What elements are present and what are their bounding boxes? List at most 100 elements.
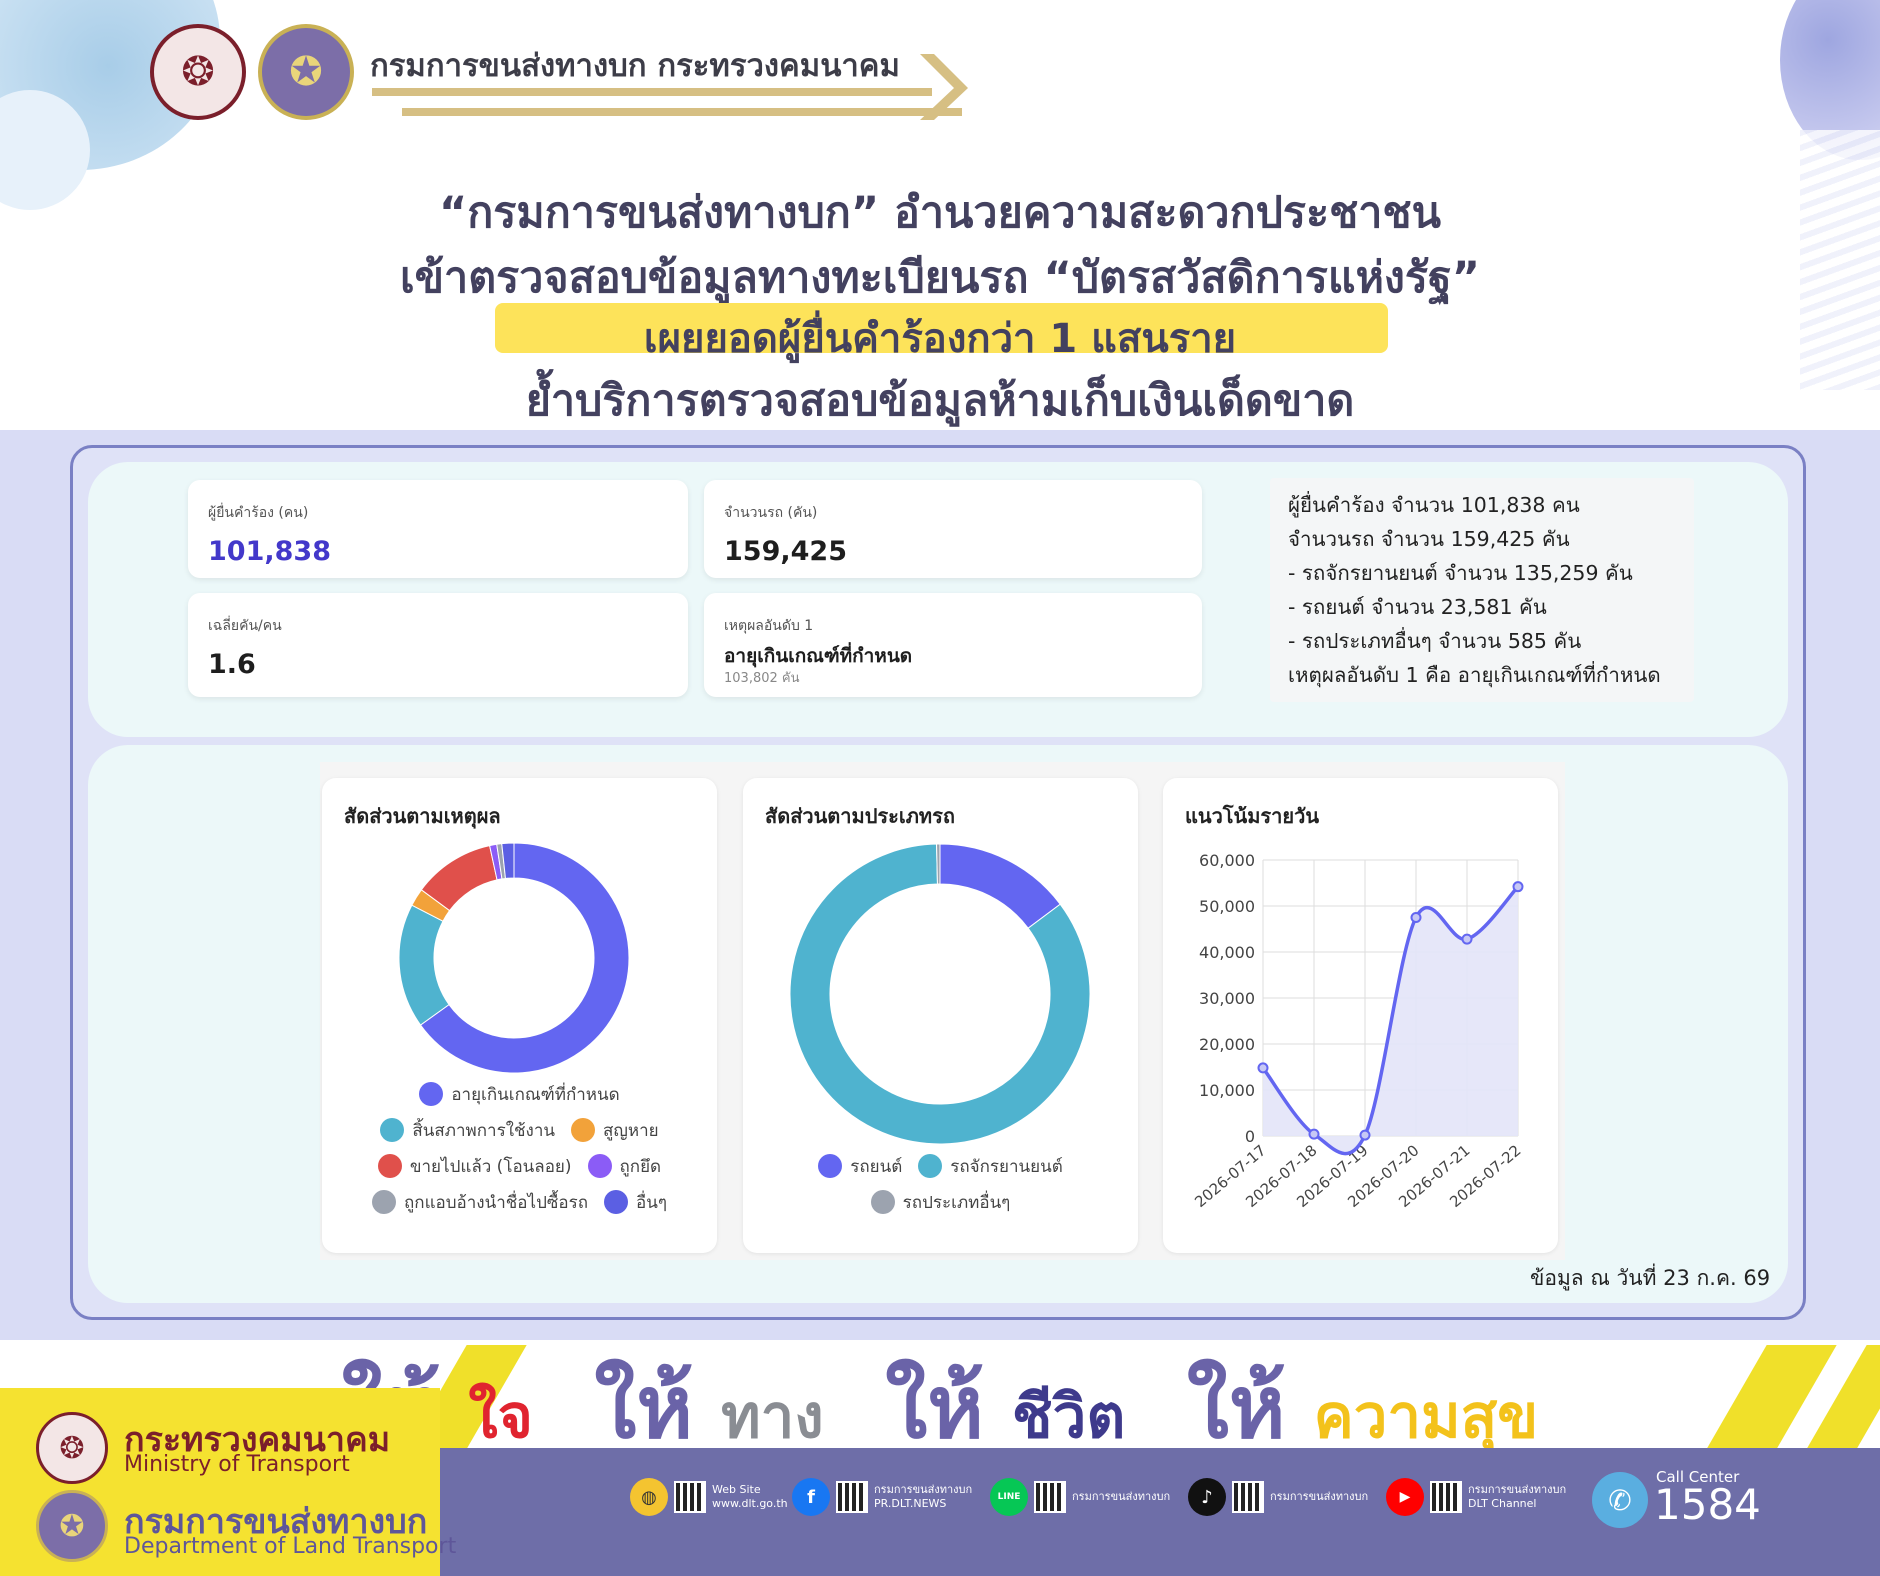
line-icon: LINE — [990, 1478, 1028, 1516]
summary-box: ผู้ยื่นคำร้อง จำนวน 101,838 คน จำนวนรถ จ… — [1270, 478, 1694, 702]
channel-line: กรมการขนส่งทางบก — [1270, 1490, 1369, 1503]
legend-item[interactable]: ถูกแอบอ้างนำชื่อไปซื้อรถ — [372, 1189, 588, 1216]
chart-legend: อายุเกินเกณฑ์ที่กำหนด สิ้นสภาพการใช้งาน … — [322, 1076, 717, 1220]
y-tick-label: 0 — [1245, 1127, 1255, 1146]
tiktok-icon: ♪ — [1188, 1478, 1226, 1516]
legend-label: รถยนต์ — [850, 1156, 903, 1177]
youtube-icon: ▶ — [1386, 1478, 1424, 1516]
chart-card-reasons: สัดส่วนตามเหตุผล อายุเกินเกณฑ์ที่กำหนด ส… — [322, 778, 717, 1253]
legend-item[interactable]: สิ้นสภาพการใช้งาน — [380, 1117, 555, 1144]
kpi-card-vehicles: จำนวนรถ (คัน) 159,425 — [704, 480, 1202, 578]
kpi-card-top-reason: เหตุผลอันดับ 1 อายุเกินเกณฑ์ที่กำหนด 103… — [704, 593, 1202, 697]
summary-line: จำนวนรถ จำนวน 159,425 คัน — [1288, 527, 1570, 551]
channel-youtube[interactable]: ▶ กรมการขนส่งทางบก DLT Channel — [1386, 1478, 1566, 1516]
channel-tiktok[interactable]: ♪ กรมการขนส่งทางบก — [1188, 1478, 1368, 1516]
globe-icon: ◍ — [630, 1478, 668, 1516]
channel-text: กรมการขนส่งทางบก — [1270, 1490, 1368, 1504]
dlt-name-en: Department of Land Transport — [124, 1534, 457, 1559]
legend-label: อายุเกินเกณฑ์ที่กำหนด — [451, 1084, 620, 1105]
channel-line: กรมการขนส่งทางบก — [1468, 1483, 1567, 1496]
legend-swatch — [918, 1154, 943, 1178]
channel-text: กรมการขนส่งทางบก PR.DLT.NEWS — [874, 1483, 972, 1511]
decor-gold-bar — [402, 108, 962, 116]
data-point — [1359, 1129, 1371, 1141]
y-tick-label: 60,000 — [1199, 851, 1255, 870]
summary-line: - รถยนต์ จำนวน 23,581 คัน — [1288, 595, 1547, 619]
legend-item[interactable]: รถประเภทอื่นๆ — [870, 1189, 1011, 1216]
qr-code-icon — [1232, 1481, 1264, 1513]
channel-line: www.dlt.go.th — [712, 1497, 788, 1510]
channel-line: PR.DLT.NEWS — [874, 1497, 947, 1510]
channel-line: กรมการขนส่งทางบก — [874, 1483, 973, 1496]
summary-line: - รถประเภทอื่นๆ จำนวน 585 คัน — [1288, 629, 1582, 653]
channel-website[interactable]: ◍ Web Site www.dlt.go.th — [630, 1478, 788, 1516]
qr-code-icon — [1034, 1481, 1066, 1513]
kpi-value: 1.6 — [208, 649, 256, 680]
legend-label: ถูกยึด — [619, 1156, 662, 1177]
y-tick-label: 10,000 — [1199, 1081, 1255, 1100]
ministry-seal-logo: ❂ — [36, 1412, 108, 1484]
kpi-value: 101,838 — [208, 536, 331, 567]
legend-swatch — [377, 1154, 402, 1178]
chart-title: สัดส่วนตามเหตุผล — [344, 804, 501, 828]
kpi-label: จำนวนรถ (คัน) — [724, 505, 818, 521]
legend-swatch — [870, 1190, 895, 1214]
legend-label: ถูกแอบอ้างนำชื่อไปซื้อรถ — [404, 1192, 589, 1213]
data-date-note: ข้อมูล ณ วันที่ 23 ก.ค. 69 — [1530, 1266, 1771, 1290]
y-tick-label: 30,000 — [1199, 989, 1255, 1008]
y-tick-label: 50,000 — [1199, 897, 1255, 916]
chart-title: สัดส่วนตามประเภทรถ — [765, 804, 955, 828]
call-center-number[interactable]: 1584 — [1654, 1480, 1761, 1529]
channel-text: Web Site www.dlt.go.th — [712, 1483, 788, 1511]
legend-item[interactable]: อื่นๆ — [604, 1189, 667, 1216]
kpi-label: เฉลี่ยคัน/คน — [208, 618, 282, 634]
legend-swatch — [380, 1118, 405, 1142]
kpi-label: ผู้ยื่นคำร้อง (คน) — [208, 505, 309, 521]
donut-slice — [939, 843, 1061, 929]
legend-item[interactable]: รถยนต์ — [818, 1153, 902, 1180]
legend-label: อื่นๆ — [636, 1192, 667, 1213]
y-tick-label: 20,000 — [1199, 1035, 1255, 1054]
legend-label: สิ้นสภาพการใช้งาน — [412, 1120, 556, 1141]
legend-swatch — [571, 1118, 596, 1142]
chart-title: แนวโน้มรายวัน — [1185, 804, 1319, 828]
qr-code-icon — [1430, 1481, 1462, 1513]
summary-line: - รถจักรยานยนต์ จำนวน 135,259 คัน — [1288, 561, 1633, 585]
legend-swatch — [372, 1190, 396, 1214]
legend-label: รถประเภทอื่นๆ — [902, 1192, 1011, 1213]
headline-line-4: ย้ำบริการตรวจสอบข้อมูลห้ามเก็บเงินเด็ดขา… — [525, 376, 1355, 426]
legend-label: รถจักรยานยนต์ — [950, 1156, 1063, 1177]
kpi-subvalue: 103,802 คัน — [724, 671, 800, 686]
channel-text: กรมการขนส่งทางบก DLT Channel — [1468, 1483, 1566, 1511]
qr-code-icon — [836, 1481, 868, 1513]
legend-item[interactable]: อายุเกินเกณฑ์ที่กำหนด — [419, 1081, 620, 1108]
legend-swatch — [604, 1190, 629, 1214]
channel-line[interactable]: LINE กรมการขนส่งทางบก — [990, 1478, 1170, 1516]
legend-swatch — [818, 1154, 843, 1178]
kpi-value: 159,425 — [724, 536, 847, 567]
chart-card-daily-trend: แนวโน้มรายวัน 0 10,000 20,000 30,000 40,000 5… — [1163, 778, 1558, 1253]
donut-slice — [398, 904, 450, 1026]
decor-gold-bar — [372, 88, 932, 96]
org-name: กรมการขนส่งทางบก กระทรวงคมนาคม — [370, 48, 900, 84]
channel-line: DLT Channel — [1468, 1497, 1537, 1510]
phone-icon[interactable]: ✆ — [1592, 1472, 1648, 1528]
kpi-card-applicants: ผู้ยื่นคำร้อง (คน) 101,838 — [188, 480, 688, 578]
decor-gold-chevron — [920, 54, 968, 120]
ministry-name-en: Ministry of Transport — [124, 1452, 350, 1477]
qr-code-icon — [674, 1481, 706, 1513]
line-chart-daily-trend: 010,00020,00030,00040,00050,00060,000202… — [1191, 851, 1524, 1211]
channel-line: Web Site — [712, 1483, 761, 1496]
channel-facebook[interactable]: f กรมการขนส่งทางบก PR.DLT.NEWS — [792, 1478, 972, 1516]
chart-legend: รถยนต์ รถจักรยานยนต์ รถประเภทอื่นๆ — [743, 1148, 1138, 1220]
legend-item[interactable]: ถูกยึด — [587, 1153, 662, 1180]
legend-label: สูญหาย — [603, 1120, 659, 1141]
data-point — [1257, 1062, 1269, 1074]
data-point — [1308, 1128, 1320, 1140]
chart-card-vehicle-types: สัดส่วนตามประเภทรถ รถยนต์ รถจักรยานยนต์ … — [743, 778, 1138, 1253]
legend-label: ขายไปแล้ว (โอนลอย) — [409, 1156, 572, 1177]
legend-item[interactable]: รถจักรยานยนต์ — [918, 1153, 1063, 1180]
legend-item[interactable]: ขายไปแล้ว (โอนลอย) — [377, 1153, 572, 1180]
channel-line: กรมการขนส่งทางบก — [1072, 1490, 1171, 1503]
legend-item[interactable]: สูญหาย — [571, 1117, 659, 1144]
